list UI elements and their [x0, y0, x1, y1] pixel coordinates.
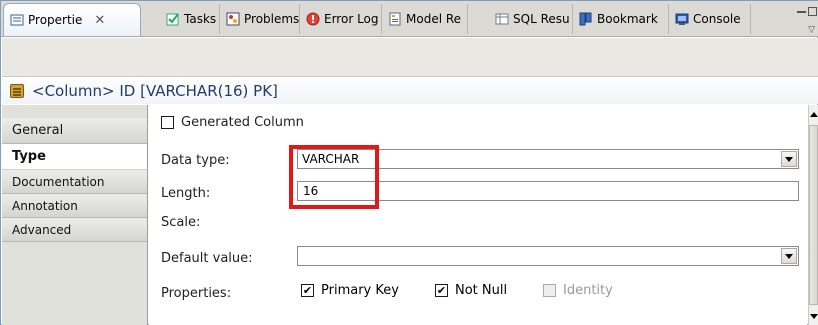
generated-column-checkbox[interactable] [161, 116, 174, 129]
identity-option: Identity [543, 283, 613, 298]
not-null-label: Not Null [455, 283, 508, 298]
tab-problems[interactable]: Problems [220, 4, 300, 34]
generated-column-label: Generated Column [181, 115, 304, 130]
primary-key-label: Primary Key [321, 283, 399, 298]
sidebar-item-documentation[interactable]: Documentation [2, 170, 147, 194]
scale-row: Scale: [161, 215, 200, 230]
minimize-icon[interactable] [797, 10, 806, 13]
tab-error-log[interactable]: Error Log [300, 4, 382, 34]
tab-label: Console [693, 12, 741, 26]
model-report-icon [388, 12, 402, 26]
data-type-row: Data type: [161, 153, 230, 168]
tab-model-report[interactable]: Model Re [382, 4, 468, 34]
scroll-down-icon[interactable] [809, 309, 818, 323]
properties-label: Properties: [161, 286, 232, 301]
error-log-icon [306, 12, 320, 26]
length-label: Length: [161, 186, 211, 201]
bookmark-icon [579, 12, 593, 26]
close-icon[interactable]: ✕ [94, 13, 105, 28]
view-tab-bar: Propertie ✕ Tasks Problems Error Log Mod… [1, 1, 818, 37]
tab-label: Propertie [28, 13, 83, 27]
length-input[interactable]: 16 [297, 181, 799, 201]
chevron-down-icon[interactable] [781, 151, 797, 167]
type-form: Generated Column Data type: VARCHAR Leng… [149, 105, 807, 325]
scroll-up-icon[interactable] [809, 107, 818, 121]
sidebar-item-advanced[interactable]: Advanced [2, 218, 147, 242]
tab-tasks[interactable]: Tasks [160, 4, 220, 34]
properties-view: Propertie ✕ Tasks Problems Error Log Mod… [0, 0, 818, 325]
data-type-value: VARCHAR [302, 152, 360, 166]
tab-properties[interactable]: Propertie ✕ [3, 3, 141, 36]
chevron-down-icon[interactable] [781, 248, 797, 264]
identity-label: Identity [563, 283, 613, 298]
tab-console[interactable]: Console [669, 4, 751, 34]
tab-label: Model Re [406, 12, 462, 26]
page-title: <Column> ID [VARCHAR(16) PK] [32, 81, 278, 100]
properties-sidebar: General Type Documentation Annotation Ad… [2, 105, 148, 325]
default-value-row: Default value: [161, 251, 253, 266]
tab-label: Error Log [324, 12, 379, 26]
scrollbar-thumb[interactable] [809, 125, 818, 305]
sidebar-spacer [2, 105, 147, 118]
not-null-option[interactable]: ✔ Not Null [435, 283, 507, 298]
sidebar-item-label: Advanced [12, 222, 72, 237]
primary-key-option[interactable]: ✔ Primary Key [301, 283, 399, 298]
generated-column-row: Generated Column [161, 115, 304, 130]
default-value-select[interactable] [297, 246, 799, 266]
vertical-scrollbar[interactable] [808, 105, 818, 325]
length-row: Length: [161, 186, 210, 201]
sidebar-item-label: Documentation [12, 174, 105, 189]
sql-results-icon [495, 12, 509, 26]
default-value-label: Default value: [161, 251, 253, 266]
view-menu-icon[interactable]: ▽ [808, 25, 815, 35]
console-icon [675, 12, 689, 26]
properties-icon [10, 13, 24, 27]
sidebar-item-label: Type [12, 149, 46, 164]
window-controls [797, 7, 817, 16]
not-null-checkbox[interactable]: ✔ [435, 284, 448, 297]
data-type-select[interactable]: VARCHAR [297, 149, 799, 169]
maximize-icon[interactable] [808, 7, 817, 16]
column-icon [10, 83, 24, 98]
tab-sql-results[interactable]: SQL Resu [489, 4, 573, 34]
length-value: 16 [303, 184, 319, 198]
sidebar-item-label: General [12, 123, 64, 138]
properties-row: Properties: [161, 286, 231, 301]
tab-bookmarks[interactable]: Bookmark [573, 4, 669, 34]
sidebar-item-type[interactable]: Type [2, 144, 147, 170]
tab-label: SQL Resu [513, 12, 570, 26]
tab-label: Problems [244, 12, 300, 26]
sidebar-item-label: Annotation [12, 198, 78, 213]
scale-label: Scale: [161, 215, 201, 230]
sidebar-item-general[interactable]: General [2, 118, 147, 144]
sidebar-item-annotation[interactable]: Annotation [2, 194, 147, 218]
primary-key-checkbox[interactable]: ✔ [301, 284, 314, 297]
tab-label: Bookmark [597, 12, 658, 26]
tab-label: Tasks [184, 12, 217, 26]
properties-header: <Column> ID [VARCHAR(16) PK] [2, 76, 818, 104]
tasks-icon [166, 12, 180, 26]
view-toolbar [2, 38, 818, 76]
data-type-label: Data type: [161, 153, 230, 168]
identity-checkbox [543, 284, 556, 297]
problems-icon [226, 12, 240, 26]
